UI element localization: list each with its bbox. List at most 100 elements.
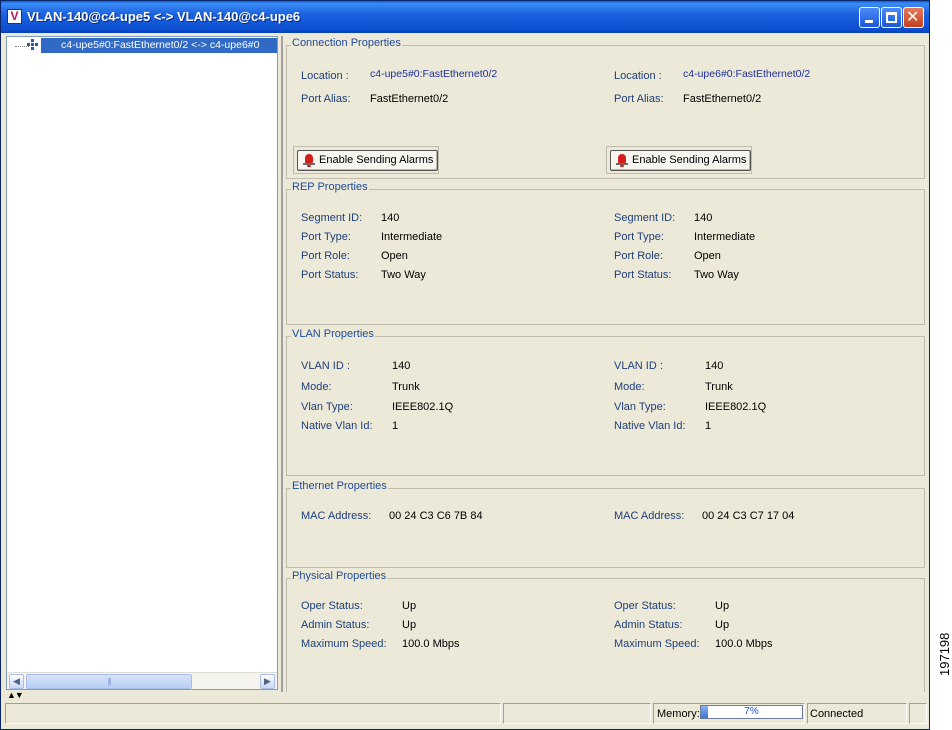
port-alias-value: FastEthernet0/2 (683, 93, 762, 105)
app-window: V VLAN-140@c4-upe5 <-> VLAN-140@c4-upe6 … (0, 0, 930, 730)
port-alias-label: Port Alias: (614, 93, 664, 105)
close-button[interactable]: ✕ (903, 7, 924, 28)
port-status-value: Two Way (694, 269, 739, 281)
minimize-button[interactable] (859, 7, 880, 28)
minimize-icon (865, 20, 873, 23)
segment-id-label: Segment ID: (301, 212, 363, 224)
mac-address-value: 00 24 C3 C6 7B 84 (389, 510, 483, 522)
vlan-type-label: Vlan Type: (301, 401, 353, 413)
admin-status-label: Admin Status: (614, 619, 683, 631)
ethernet-properties-group: Ethernet Properties MAC Address: 00 24 C… (286, 480, 925, 568)
maximum-speed-value: 100.0 Mbps (715, 638, 773, 650)
native-vlan-id-label: Native Vlan Id: (301, 420, 373, 432)
oper-status-value: Up (715, 600, 730, 612)
mac-address-label: MAC Address: (301, 510, 372, 522)
rep-properties-group: REP Properties Segment ID: Port Type: Po… (286, 181, 925, 325)
port-type-value: Intermediate (381, 231, 443, 243)
port-type-value: Intermediate (694, 231, 756, 243)
group-title: VLAN Properties (291, 328, 375, 340)
button-label: Enable Sending Alarms (632, 154, 747, 166)
mode-value: Trunk (705, 381, 733, 393)
app-icon[interactable]: V (7, 9, 22, 24)
port-status-label: Port Status: (614, 269, 672, 281)
mode-value: Trunk (392, 381, 420, 393)
port-role-label: Port Role: (301, 250, 350, 262)
native-vlan-id-value: 1 (705, 420, 712, 432)
native-vlan-id-label: Native Vlan Id: (614, 420, 686, 432)
maximum-speed-label: Maximum Speed: (614, 638, 700, 650)
group-title: REP Properties (291, 181, 369, 193)
mode-label: Mode: (301, 381, 332, 393)
port-status-value: Two Way (381, 269, 426, 281)
admin-status-value: Up (715, 619, 730, 631)
horizontal-scrollbar[interactable]: ◀ ||| ▶ (7, 672, 277, 689)
group-title: Ethernet Properties (291, 480, 388, 492)
connection-status: Connected (810, 708, 864, 720)
mode-label: Mode: (614, 381, 645, 393)
mac-address-value: 00 24 C3 C7 17 04 (702, 510, 795, 522)
group-title: Connection Properties (291, 37, 402, 49)
port-alias-value: FastEthernet0/2 (370, 93, 449, 105)
admin-status-value: Up (402, 619, 417, 631)
status-cell-empty (503, 703, 651, 724)
location-label: Location : (301, 70, 349, 82)
oper-status-label: Oper Status: (301, 600, 363, 612)
admin-status-label: Admin Status: (301, 619, 370, 631)
vlan-id-value: 140 (705, 360, 724, 372)
alarm-button-frame: Enable Sending Alarms (293, 146, 439, 174)
segment-id-label: Segment ID: (614, 212, 676, 224)
tree-panel: c4-upe5#0:FastEthernet0/2 <-> c4-upe6#0 … (6, 36, 278, 690)
scroll-thumb[interactable]: ||| (26, 674, 192, 689)
button-label: Enable Sending Alarms (319, 154, 434, 166)
port-type-label: Port Type: (614, 231, 664, 243)
scroll-right-button[interactable]: ▶ (260, 674, 275, 689)
memory-percent: 7% (744, 706, 759, 717)
status-cell-message (5, 703, 501, 724)
scroll-left-button[interactable]: ◀ (9, 674, 24, 689)
vlan-type-label: Vlan Type: (614, 401, 666, 413)
segment-id-value: 140 (381, 212, 400, 224)
link-node-icon (27, 39, 39, 51)
enable-sending-alarms-button[interactable]: Enable Sending Alarms (297, 150, 439, 171)
mac-address-label: MAC Address: (614, 510, 685, 522)
maximum-speed-label: Maximum Speed: (301, 638, 387, 650)
location-value: c4-upe6#0:FastEthernet0/2 (683, 68, 811, 80)
window-title: VLAN-140@c4-upe5 <-> VLAN-140@c4-upe6 (27, 9, 301, 24)
title-bar[interactable]: V VLAN-140@c4-upe5 <-> VLAN-140@c4-upe6 … (1, 1, 929, 33)
figure-id-label: 197198 (937, 632, 952, 676)
vlan-id-value: 140 (392, 360, 411, 372)
vlan-id-label: VLAN ID : (301, 360, 350, 372)
alarm-bell-icon (615, 153, 629, 167)
port-alias-label: Port Alias: (301, 93, 351, 105)
maximize-icon (886, 12, 897, 23)
enable-sending-alarms-button[interactable]: Enable Sending Alarms (610, 150, 752, 171)
group-title: Physical Properties (291, 570, 388, 582)
location-label: Location : (614, 70, 662, 82)
status-cell-corner (909, 703, 927, 724)
alarm-bell-icon (302, 153, 316, 167)
port-status-label: Port Status: (301, 269, 359, 281)
connection-status-cell: Connected (807, 703, 907, 724)
vlan-id-label: VLAN ID : (614, 360, 663, 372)
connection-properties-group: Connection Properties Location : c4-upe5… (286, 37, 925, 179)
vlan-properties-group: VLAN Properties VLAN ID : Mode: Vlan Typ… (286, 328, 925, 476)
tree-item-link[interactable]: c4-upe5#0:FastEthernet0/2 <-> c4-upe6#0 (41, 38, 277, 53)
native-vlan-id-value: 1 (392, 420, 399, 432)
splitter-expand-icon[interactable]: ▲▼ (7, 691, 24, 700)
memory-progress-bar: 7% (700, 705, 803, 719)
status-bar: Memory: 7% Connected (5, 703, 927, 725)
port-role-value: Open (381, 250, 408, 262)
port-role-label: Port Role: (614, 250, 663, 262)
memory-label: Memory: (657, 708, 700, 720)
physical-properties-group: Physical Properties Oper Status: Admin S… (286, 570, 925, 692)
maximize-button[interactable] (881, 7, 902, 28)
maximum-speed-value: 100.0 Mbps (402, 638, 460, 650)
port-type-label: Port Type: (301, 231, 351, 243)
close-icon: ✕ (906, 7, 920, 26)
vlan-type-value: IEEE802.1Q (392, 401, 454, 413)
properties-panel: Connection Properties Location : c4-upe5… (281, 36, 927, 692)
port-role-value: Open (694, 250, 721, 262)
segment-id-value: 140 (694, 212, 713, 224)
oper-status-value: Up (402, 600, 417, 612)
vlan-type-value: IEEE802.1Q (705, 401, 767, 413)
